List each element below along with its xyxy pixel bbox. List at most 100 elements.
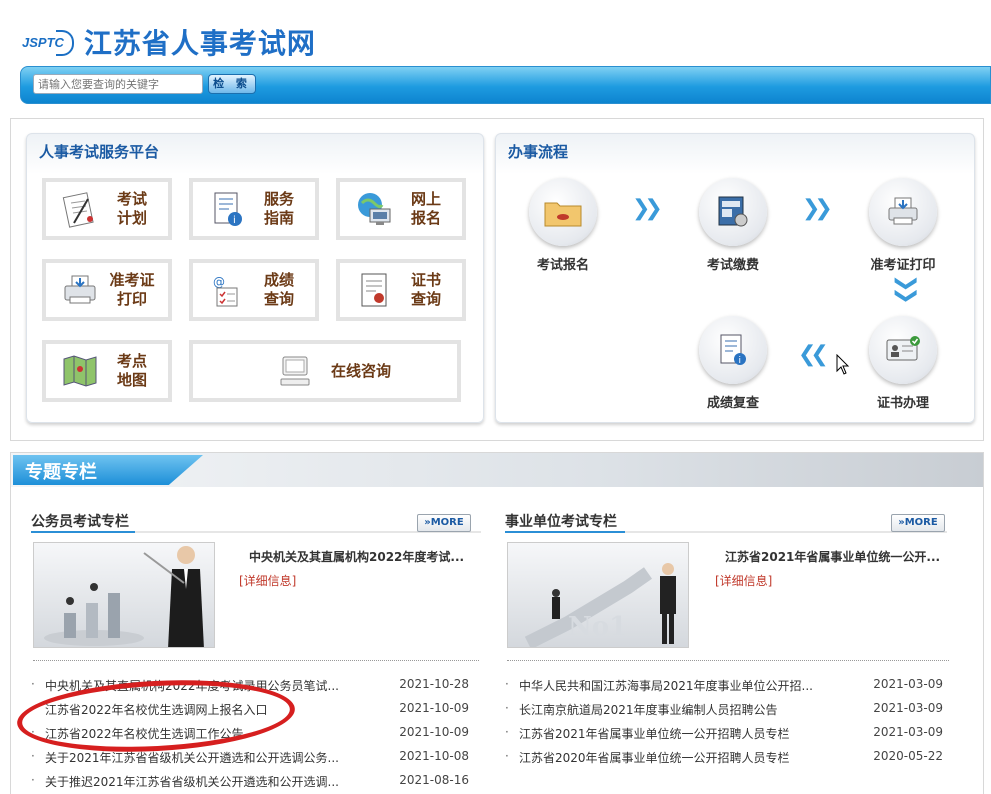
site-logo[interactable]: JSPTC 江苏省人事考试网 [22,22,316,62]
service-online-register[interactable]: 网上 报名 [336,178,466,240]
bullet-icon: · [505,749,509,763]
online-register-icon [352,187,396,231]
news-item[interactable]: · 江苏省2021年省属事业单位统一公开招聘人员专栏 2021-03-09 [505,725,943,742]
site-header: JSPTC 江苏省人事考试网 [0,0,991,66]
more-label: MORE [904,517,938,528]
news-date: 2021-10-28 [399,677,469,691]
flow-label: 证书办理 [876,396,929,411]
news-date: 2021-10-08 [399,749,469,763]
certificate-icon [352,268,396,312]
service-label: 网上 报名 [410,190,441,227]
computer-icon [273,349,317,393]
guide-icon: i [205,187,249,231]
news-date: 2021-03-09 [873,725,943,739]
public-feature-image[interactable]: No1 [507,542,689,648]
news-title: 关于2021年江苏省省级机关公开遴选和公开选调公务... [45,751,339,765]
search-bar: 检 索 [20,66,991,104]
service-exam-map[interactable]: 考点 地图 [42,340,172,402]
bullet-icon: · [31,773,35,787]
bullet-icon: · [31,677,35,691]
service-platform-panel: 人事考试服务平台 考试 计划 i 服务 指南 网上 报名 准考证 打印 @ 成绩… [26,133,484,423]
dotted-divider [33,660,479,661]
service-label: 在线咨询 [331,361,392,380]
news-title: 长江南京航道局2021年度事业编制人员招聘公告 [519,703,778,717]
news-date: 2021-08-16 [399,773,469,787]
service-label: 证书 查询 [410,271,441,308]
report-icon: i [699,316,767,384]
service-admission-print[interactable]: 准考证 打印 [42,259,172,321]
site-title: 江苏省人事考试网 [83,27,316,60]
civil-more-button[interactable]: »MORE [417,514,471,532]
service-guide[interactable]: i 服务 指南 [189,178,319,240]
exam-plan-icon [58,187,102,231]
service-label: 服务 指南 [263,190,294,227]
news-date: 2021-10-09 [399,725,469,739]
flow-step-payment[interactable]: 考试缴费 [678,178,788,273]
process-panel: 办事流程 考试报名 ❯❯ 考试缴费 ❯❯ 准考证打印 ❯❯ 证书办理 ❮❮ i … [495,133,975,423]
flow-label: 考试报名 [536,258,589,273]
logo-mark: JSPTC [22,29,74,56]
news-date: 2021-10-09 [399,701,469,715]
svg-text:@: @ [213,275,225,289]
chevron-right-icon: ❯❯ [632,196,663,221]
payment-icon [699,178,767,246]
news-date: 2021-03-09 [873,701,943,715]
map-icon [58,349,102,393]
printer-icon [58,268,102,312]
bullet-icon: · [505,725,509,739]
flow-step-score-review[interactable]: i 成绩复查 [678,316,788,411]
special-header: 专题专栏 [11,453,983,487]
news-date: 2021-03-09 [873,677,943,691]
service-certificate-query[interactable]: 证书 查询 [336,259,466,321]
news-title: 中华人民共和国江苏海事局2021年度事业单位公开招... [519,679,813,693]
chevron-down-icon: ❯❯ [893,274,919,299]
news-item[interactable]: · 长江南京航道局2021年度事业编制人员招聘公告 2021-03-09 [505,701,943,718]
folder-icon [529,178,597,246]
special-title: 专题专栏 [25,462,97,483]
search-input[interactable] [33,74,203,94]
news-title: 关于推迟2021年江苏省省级机关公开遴选和公开选调... [45,775,339,789]
main-services: 人事考试服务平台 考试 计划 i 服务 指南 网上 报名 准考证 打印 @ 成绩… [10,118,984,441]
printer-icon [869,178,937,246]
svg-text:i: i [233,215,236,226]
flow-label: 准考证打印 [870,258,936,273]
mouse-cursor-icon [836,353,850,380]
news-item[interactable]: · 江苏省2020年省属事业单位统一公开招聘人员专栏 2020-05-22 [505,749,943,766]
search-button[interactable]: 检 索 [208,74,256,94]
service-label: 考试 计划 [116,190,147,227]
public-feature-title[interactable]: 江苏省2021年省属事业单位统一公开... [725,548,940,565]
news-title: 江苏省2020年省属事业单位统一公开招聘人员专栏 [519,751,790,765]
news-title: 江苏省2021年省属事业单位统一公开招聘人员专栏 [519,727,790,741]
service-label: 成绩 查询 [263,271,294,308]
more-label: MORE [430,517,464,528]
panel-title: 人事考试服务平台 [39,143,160,161]
chevron-right-icon: ❯❯ [802,196,833,221]
bullet-icon: · [505,701,509,715]
id-card-icon [869,316,937,384]
civil-detail-link[interactable]: [详细信息] [239,572,296,589]
service-label: 准考证 打印 [109,271,155,308]
flow-step-register[interactable]: 考试报名 [508,178,618,273]
dotted-divider [507,660,949,661]
bullet-icon: · [31,749,35,763]
flow-label: 成绩复查 [706,396,759,411]
service-score-query[interactable]: @ 成绩 查询 [189,259,319,321]
civil-feature-title[interactable]: 中央机关及其直属机构2022年度考试... [249,548,464,565]
score-query-icon: @ [205,268,249,312]
service-online-consult[interactable]: 在线咨询 [189,340,461,402]
flow-step-admission-print[interactable]: 准考证打印 [848,178,958,273]
service-exam-plan[interactable]: 考试 计划 [42,178,172,240]
service-label: 考点 地图 [116,352,147,389]
flow-label: 考试缴费 [706,258,759,273]
public-more-button[interactable]: »MORE [891,514,945,532]
news-item[interactable]: · 关于推迟2021年江苏省省级机关公开遴选和公开选调... 2021-08-16 [31,773,469,790]
divider-accent [505,531,625,533]
news-item[interactable]: · 中华人民共和国江苏海事局2021年度事业单位公开招... 2021-03-09 [505,677,943,694]
svg-text:No1: No1 [568,612,627,642]
news-item[interactable]: · 关于2021年江苏省省级机关公开遴选和公开选调公务... 2021-10-08 [31,749,469,766]
flow-step-certificate[interactable]: 证书办理 [848,316,958,411]
civil-feature-image[interactable] [33,542,215,648]
public-detail-link[interactable]: [详细信息] [715,572,772,589]
panel-title: 办事流程 [508,143,569,161]
chevron-left-icon: ❮❮ [798,342,829,367]
